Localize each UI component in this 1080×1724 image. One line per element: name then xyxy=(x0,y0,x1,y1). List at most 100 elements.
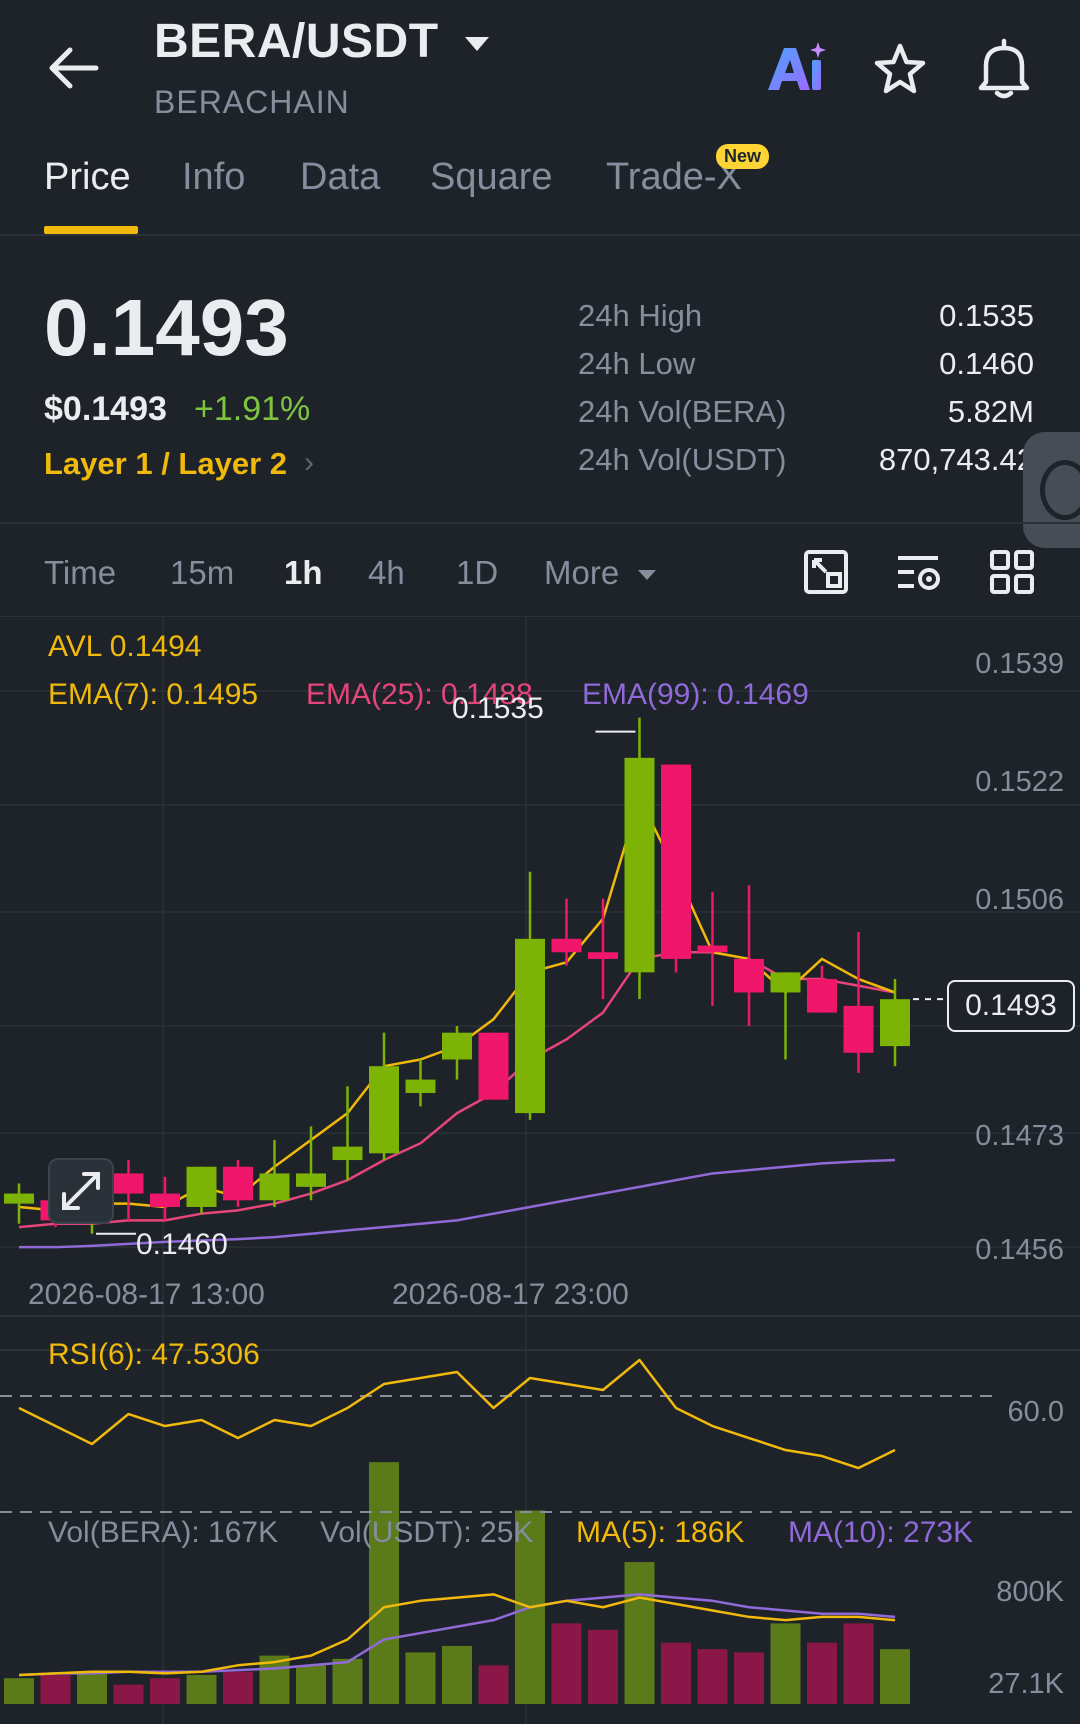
favorite-button[interactable] xyxy=(868,38,932,102)
tab-square[interactable]: Square xyxy=(430,156,553,199)
candle-down xyxy=(588,952,618,959)
stat-vol-base-value: 5.82M xyxy=(947,394,1034,429)
tab-info[interactable]: Info xyxy=(182,156,245,199)
candle-up xyxy=(770,972,801,993)
candle-down xyxy=(150,1193,180,1207)
stat-high-label: 24h High xyxy=(578,298,703,333)
volume-bar-up xyxy=(624,1562,655,1704)
candle-up xyxy=(259,1173,290,1201)
caret-down-icon xyxy=(638,570,657,581)
candle-up xyxy=(442,1032,472,1060)
indicator-settings-icon xyxy=(898,556,940,590)
vol-ma5-label: MA(5): 186K xyxy=(576,1516,745,1549)
expand-chart-button[interactable] xyxy=(48,1158,114,1224)
ema25-line xyxy=(18,950,896,1229)
candle-up xyxy=(624,757,655,973)
y-tick-3: 0.1473 xyxy=(975,1120,1064,1152)
volume-bar-down xyxy=(588,1629,618,1704)
candle-down xyxy=(734,958,764,993)
candle-down xyxy=(223,1166,253,1201)
candle-down xyxy=(661,764,691,959)
ema99-label: EMA(99): 0.1469 xyxy=(582,678,809,711)
interval-more-label: More xyxy=(544,554,620,591)
indicator-settings-button[interactable] xyxy=(894,548,944,596)
sector-tag-link[interactable]: Layer 1 / Layer 2 xyxy=(44,446,287,482)
volume-bar-down xyxy=(843,1623,874,1704)
volume-bar-down xyxy=(40,1674,71,1704)
candle-down xyxy=(478,1032,509,1100)
rsi-label: RSI(6): 47.5306 xyxy=(48,1338,260,1371)
vol-axis-top: 800K xyxy=(996,1576,1064,1608)
candle-up xyxy=(405,1079,436,1094)
vol-axis-bottom: 27.1K xyxy=(988,1668,1064,1700)
vol-base-label: Vol(BERA): 167K xyxy=(48,1516,279,1549)
candle-up xyxy=(296,1173,326,1187)
stat-vol-quote-value: 870,743.42 xyxy=(878,442,1034,477)
volume-bar-down xyxy=(551,1623,582,1704)
price-change-percent: +1.91% xyxy=(194,390,311,428)
stat-vol-quote-label: 24h Vol(USDT) xyxy=(578,442,787,477)
volume-bar-up xyxy=(770,1623,801,1704)
interval-15m[interactable]: 15m xyxy=(170,554,234,592)
volume-bar-up xyxy=(405,1652,436,1704)
back-arrow-icon xyxy=(49,47,99,89)
tab-price[interactable]: Price xyxy=(44,156,131,199)
candle-down xyxy=(697,945,728,953)
vol-quote-label: Vol(USDT): 25K xyxy=(320,1516,534,1549)
chevron-right-icon: › xyxy=(304,446,314,479)
avl-label: AVL 0.1494 xyxy=(48,630,202,663)
pair-selector[interactable]: BERA/USDT xyxy=(154,14,492,69)
y-tick-1: 0.1522 xyxy=(975,766,1064,798)
price-divider xyxy=(0,522,1080,524)
candle-up xyxy=(515,938,545,1114)
expand-arrows-icon xyxy=(62,1172,100,1210)
ai-icon xyxy=(768,42,826,90)
candle-down xyxy=(551,938,582,953)
candle-up xyxy=(369,1066,399,1154)
vol-ma10-label: MA(10): 273K xyxy=(788,1516,974,1549)
star-icon xyxy=(874,43,926,94)
volume-bar-up xyxy=(880,1649,910,1704)
candle-down xyxy=(807,979,837,1013)
volume-bar-down xyxy=(661,1642,691,1704)
tabs-divider xyxy=(0,234,1080,236)
layout-grid-icon xyxy=(990,550,1034,594)
interval-time[interactable]: Time xyxy=(44,554,116,592)
x-tick-0: 2026-08-17 13:00 xyxy=(28,1278,265,1311)
y-tick-2: 0.1506 xyxy=(975,884,1064,916)
back-button[interactable] xyxy=(40,40,110,100)
ema7-line xyxy=(18,796,896,1212)
volume-bar-down xyxy=(113,1684,144,1704)
interval-more[interactable]: More xyxy=(544,554,658,592)
ai-button[interactable] xyxy=(764,38,828,98)
interval-1d[interactable]: 1D xyxy=(456,554,498,592)
interval-4h[interactable]: 4h xyxy=(368,554,405,592)
active-tab-indicator xyxy=(44,226,138,234)
candlestick-chart[interactable] xyxy=(0,616,1080,1724)
ema7-label: EMA(7): 0.1495 xyxy=(48,678,259,711)
fullscreen-chart-button[interactable] xyxy=(802,548,850,596)
stat-vol-base-label: 24h Vol(BERA) xyxy=(578,394,787,429)
layout-grid-button[interactable] xyxy=(988,548,1036,596)
interval-1h[interactable]: 1h xyxy=(284,554,323,592)
candle-up xyxy=(186,1166,217,1207)
volume-bar-down xyxy=(150,1678,180,1704)
volume-bar-down xyxy=(734,1652,764,1704)
volume-bar-up xyxy=(186,1674,217,1704)
volume-bar-up xyxy=(369,1462,399,1704)
candle-up xyxy=(880,999,910,1047)
last-price: 0.1493 xyxy=(44,283,289,372)
candle-up xyxy=(332,1146,363,1161)
high-marker-label: 0.1535 xyxy=(452,692,544,725)
new-badge: New xyxy=(716,144,770,169)
fullscreen-chart-icon xyxy=(804,550,848,594)
volume-bar-up xyxy=(332,1658,363,1704)
current-price-tag: 0.1493 xyxy=(947,980,1075,1032)
volume-bar-up xyxy=(296,1665,326,1704)
alert-button[interactable] xyxy=(972,36,1036,102)
usd-price: $0.1493 xyxy=(44,390,167,428)
tab-data[interactable]: Data xyxy=(300,156,380,199)
stat-low-value: 0.1460 xyxy=(939,346,1034,381)
volume-bar-up xyxy=(77,1671,107,1704)
rsi-level-label: 60.0 xyxy=(1007,1396,1064,1428)
